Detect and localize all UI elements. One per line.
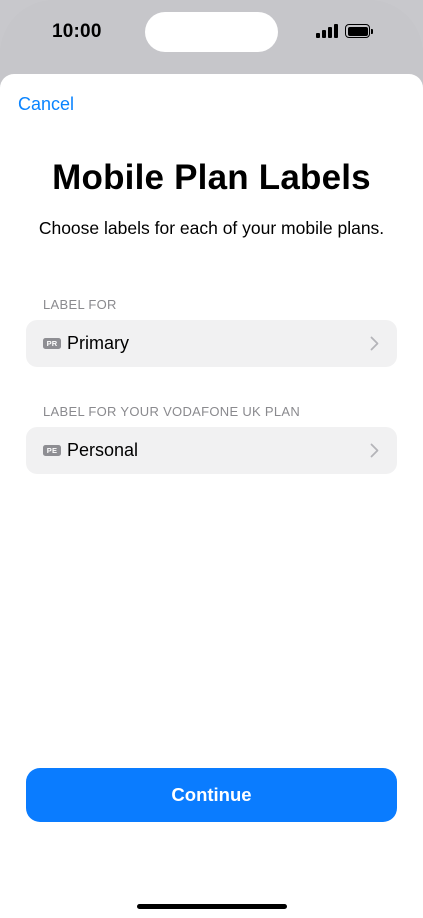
cancel-button[interactable]: Cancel [18,94,74,115]
home-indicator[interactable] [137,904,287,909]
chevron-right-icon [370,336,379,351]
page-subtitle: Choose labels for each of your mobile pl… [38,218,385,238]
status-time: 10:00 [52,21,102,42]
section-header-primary: LABEL FOR [43,297,117,312]
plan-badge-icon: PR [43,338,61,349]
modal-sheet: Cancel Mobile Plan Labels Choose labels … [0,74,423,918]
label-value: Primary [67,333,129,353]
section-header-vodafone: LABEL FOR YOUR VODAFONE UK PLAN [43,404,301,419]
dynamic-island [145,12,278,52]
label-row-vodafone[interactable]: PE Personal [26,427,397,474]
continue-button[interactable]: Continue [26,768,397,822]
plan-badge-icon: PE [43,445,61,456]
phone-screen: 10:00 Cancel Mobile Plan Labels Choose l… [0,0,423,918]
label-value: Personal [67,440,139,460]
chevron-right-icon [370,443,379,458]
cellular-signal-icon [316,24,338,38]
page-title: Mobile Plan Labels [52,158,371,197]
label-row-primary[interactable]: PR Primary [26,320,397,367]
status-bar: 10:00 [0,0,423,64]
battery-icon [345,24,373,38]
